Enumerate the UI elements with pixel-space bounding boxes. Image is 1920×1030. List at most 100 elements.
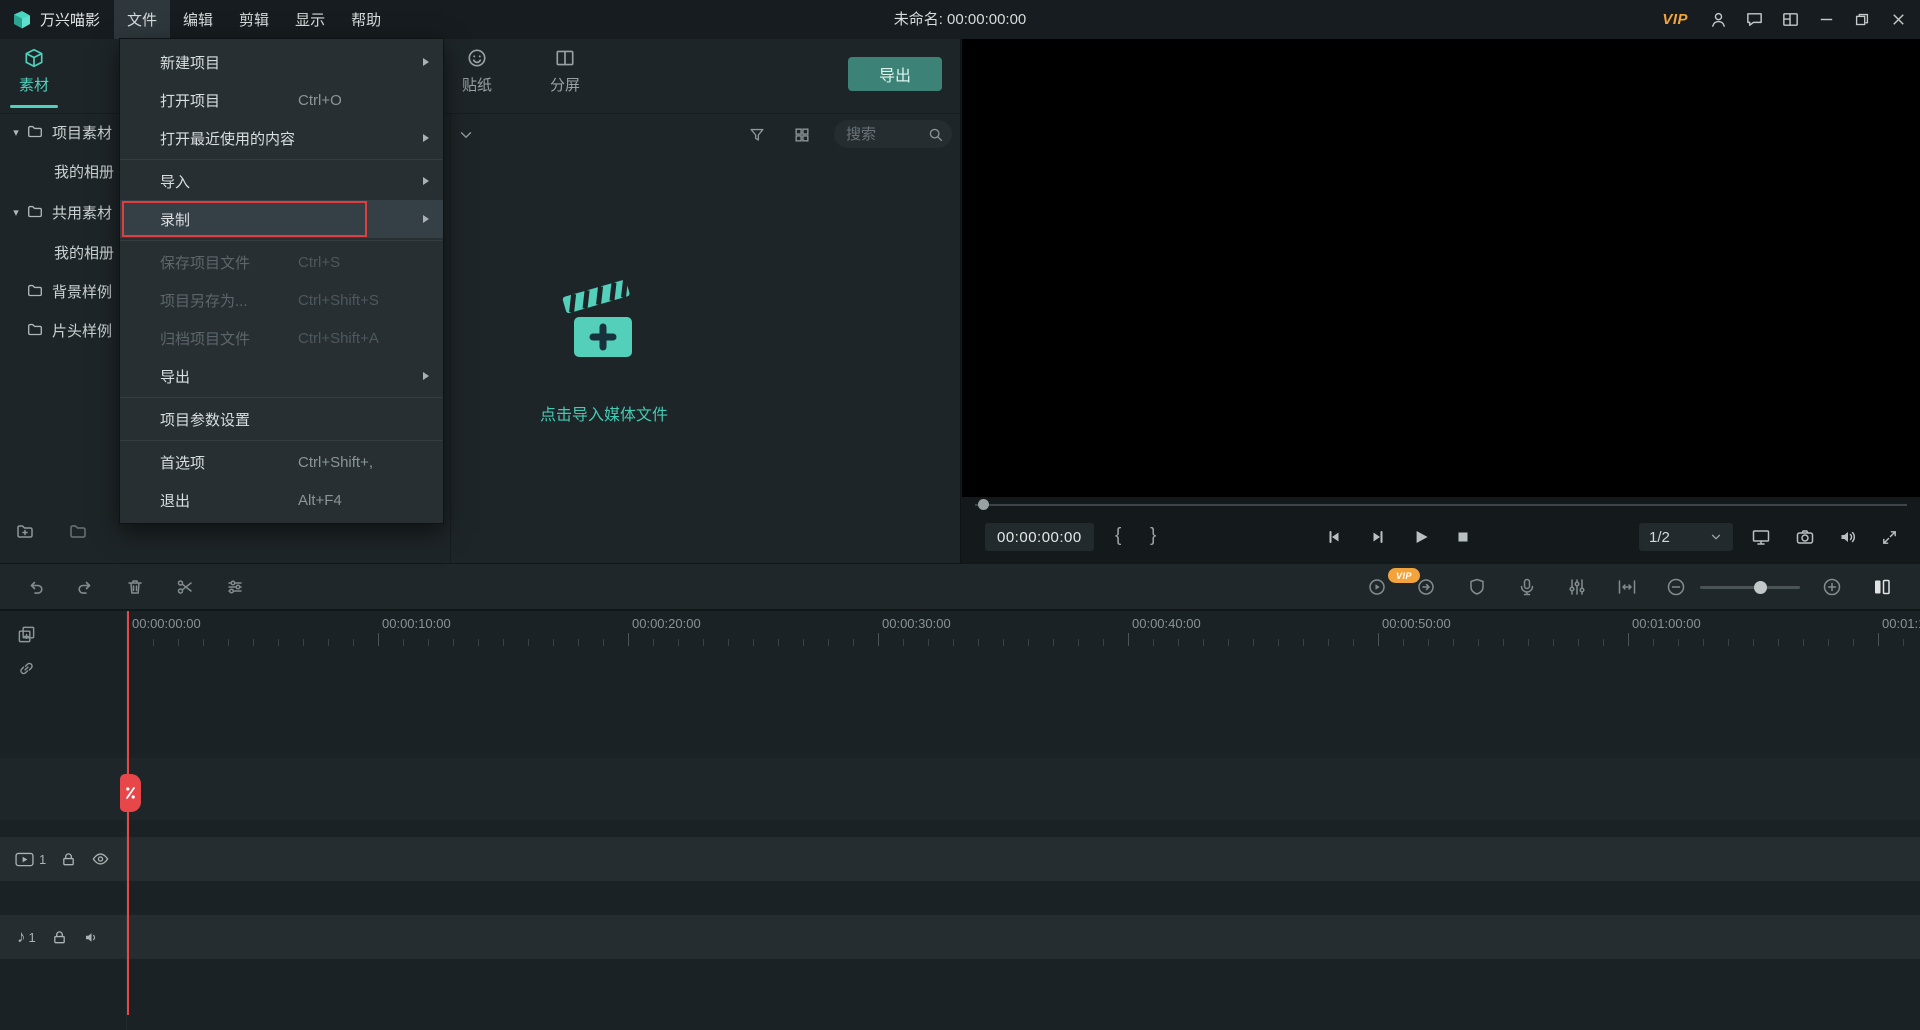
menu-item-new-project[interactable]: 新建项目 bbox=[120, 43, 443, 81]
snapshot-icon[interactable] bbox=[1793, 525, 1817, 549]
mask-shield-icon[interactable] bbox=[1465, 575, 1489, 599]
menubar: 文件 编辑 剪辑 显示 帮助 bbox=[114, 0, 394, 39]
video-visibility-eye-icon[interactable] bbox=[88, 847, 112, 871]
minimize-button[interactable] bbox=[1808, 0, 1844, 39]
grid-view-icon[interactable] bbox=[790, 123, 814, 147]
manage-tracks-icon[interactable] bbox=[14, 622, 38, 646]
play-button[interactable] bbox=[1409, 525, 1433, 549]
video-lock-icon[interactable] bbox=[56, 847, 80, 871]
folder-icon bbox=[26, 282, 44, 300]
submenu-arrow-icon bbox=[423, 372, 429, 380]
delete-folder-icon[interactable] bbox=[66, 520, 90, 544]
zoom-out-icon[interactable] bbox=[1664, 575, 1688, 599]
tab-sticker[interactable]: 贴纸 bbox=[449, 47, 505, 95]
file-menu: 新建项目 打开项目 Ctrl+O 打开最近使用的内容 导入 录制 保存项目文件 … bbox=[119, 38, 444, 524]
restore-button[interactable] bbox=[1844, 0, 1880, 39]
scrubber-handle[interactable] bbox=[978, 499, 989, 510]
tab-media-label: 素材 bbox=[19, 74, 49, 95]
fit-timeline-icon[interactable] bbox=[1615, 575, 1639, 599]
display-device-icon[interactable] bbox=[1749, 525, 1773, 549]
tree-item-label: 共用素材 bbox=[52, 202, 112, 223]
menu-file[interactable]: 文件 bbox=[114, 0, 170, 39]
playback-quality-dropdown[interactable]: 1/2 bbox=[1639, 523, 1733, 551]
menu-item-import[interactable]: 导入 bbox=[120, 162, 443, 200]
search-input[interactable] bbox=[846, 126, 927, 143]
split-scissors-icon[interactable] bbox=[173, 575, 197, 599]
fullscreen-icon[interactable] bbox=[1877, 525, 1901, 549]
timeline-ruler[interactable] bbox=[128, 633, 1920, 646]
caret-down-icon[interactable]: ▾ bbox=[8, 206, 24, 219]
search-icon bbox=[927, 126, 944, 143]
redo-icon[interactable] bbox=[73, 575, 97, 599]
menu-item-record[interactable]: 录制 bbox=[120, 200, 443, 238]
stop-button[interactable] bbox=[1451, 525, 1475, 549]
link-icon[interactable] bbox=[14, 656, 38, 680]
delete-icon[interactable] bbox=[123, 575, 147, 599]
menu-item-preferences[interactable]: 首选项 Ctrl+Shift+, bbox=[120, 443, 443, 481]
video-track-header: 1 bbox=[0, 837, 126, 881]
track-height-icon[interactable] bbox=[1870, 575, 1894, 599]
audio-mixer-icon[interactable] bbox=[1565, 575, 1589, 599]
close-button[interactable] bbox=[1880, 0, 1916, 39]
menu-item-export[interactable]: 导出 bbox=[120, 357, 443, 395]
collapse-panel-chevron-icon[interactable] bbox=[454, 123, 478, 147]
timeline-zoom-slider-knob[interactable] bbox=[1754, 581, 1767, 594]
vip-badge[interactable]: VIP bbox=[1662, 11, 1688, 28]
import-media-icon[interactable] bbox=[558, 275, 650, 367]
audio-lock-icon[interactable] bbox=[48, 925, 72, 949]
account-icon[interactable] bbox=[1700, 0, 1736, 39]
tab-splitscreen[interactable]: 分屏 bbox=[537, 47, 593, 95]
zoom-in-icon[interactable] bbox=[1820, 575, 1844, 599]
tree-item-label: 我的相册 bbox=[54, 242, 114, 263]
timeline: 00:00:00:00 00:00:10:00 00:00:20:00 00:0… bbox=[0, 610, 1920, 1030]
ruler-label: 00:00:20:00 bbox=[632, 616, 701, 631]
mark-out-icon[interactable]: } bbox=[1150, 525, 1156, 547]
ruler-label: 00:01:00:00 bbox=[1632, 616, 1701, 631]
menu-item-project-settings[interactable]: 项目参数设置 bbox=[120, 400, 443, 438]
submenu-arrow-icon bbox=[423, 58, 429, 66]
tab-media[interactable]: 素材 bbox=[6, 47, 62, 95]
caret-down-icon[interactable]: ▾ bbox=[8, 126, 24, 139]
audio-track-lane[interactable] bbox=[0, 915, 1920, 959]
import-media-hint[interactable]: 点击导入媒体文件 bbox=[484, 401, 724, 425]
filter-icon[interactable] bbox=[745, 123, 769, 147]
video-track-lane[interactable] bbox=[0, 837, 1920, 881]
playhead[interactable] bbox=[127, 611, 129, 1015]
menu-view[interactable]: 显示 bbox=[282, 0, 338, 39]
audio-mute-speaker-icon[interactable] bbox=[80, 925, 104, 949]
menu-item-open-project[interactable]: 打开项目 Ctrl+O bbox=[120, 81, 443, 119]
vip-feature-badge: VIP bbox=[1388, 568, 1420, 583]
preview-scrubber[interactable] bbox=[975, 504, 1907, 506]
new-folder-icon[interactable] bbox=[13, 520, 37, 544]
workspace-layout-icon[interactable] bbox=[1772, 0, 1808, 39]
video-track-icon bbox=[12, 847, 36, 871]
feedback-icon[interactable] bbox=[1736, 0, 1772, 39]
voiceover-mic-icon[interactable] bbox=[1515, 575, 1539, 599]
menu-edit[interactable]: 编辑 bbox=[170, 0, 226, 39]
menu-clip[interactable]: 剪辑 bbox=[226, 0, 282, 39]
search-box[interactable] bbox=[834, 120, 952, 148]
sticker-smiley-icon bbox=[466, 47, 488, 69]
timeline-empty-band bbox=[0, 758, 1920, 820]
menu-item-open-recent[interactable]: 打开最近使用的内容 bbox=[120, 119, 443, 157]
menu-item-exit[interactable]: 退出 Alt+F4 bbox=[120, 481, 443, 519]
properties-icon[interactable] bbox=[223, 575, 247, 599]
tree-item-label: 项目素材 bbox=[52, 122, 112, 143]
menu-help[interactable]: 帮助 bbox=[338, 0, 394, 39]
previous-frame-button[interactable] bbox=[1322, 525, 1346, 549]
playhead-handle[interactable] bbox=[120, 774, 141, 812]
undo-icon[interactable] bbox=[24, 575, 48, 599]
submenu-arrow-icon bbox=[423, 134, 429, 142]
timeline-zoom-slider[interactable] bbox=[1700, 586, 1800, 589]
volume-icon[interactable] bbox=[1836, 525, 1860, 549]
render-preview-icon[interactable] bbox=[1365, 575, 1389, 599]
mark-in-icon[interactable]: { bbox=[1115, 525, 1121, 547]
folder-icon bbox=[26, 321, 44, 339]
record-annotation-highlight-box bbox=[122, 201, 367, 237]
app-logo-icon bbox=[12, 10, 32, 30]
export-button[interactable]: 导出 bbox=[848, 57, 942, 91]
next-frame-button[interactable] bbox=[1366, 525, 1390, 549]
tree-item-label: 片头样例 bbox=[52, 320, 112, 341]
tree-item-label: 背景样例 bbox=[52, 281, 112, 302]
folder-icon bbox=[26, 203, 44, 221]
